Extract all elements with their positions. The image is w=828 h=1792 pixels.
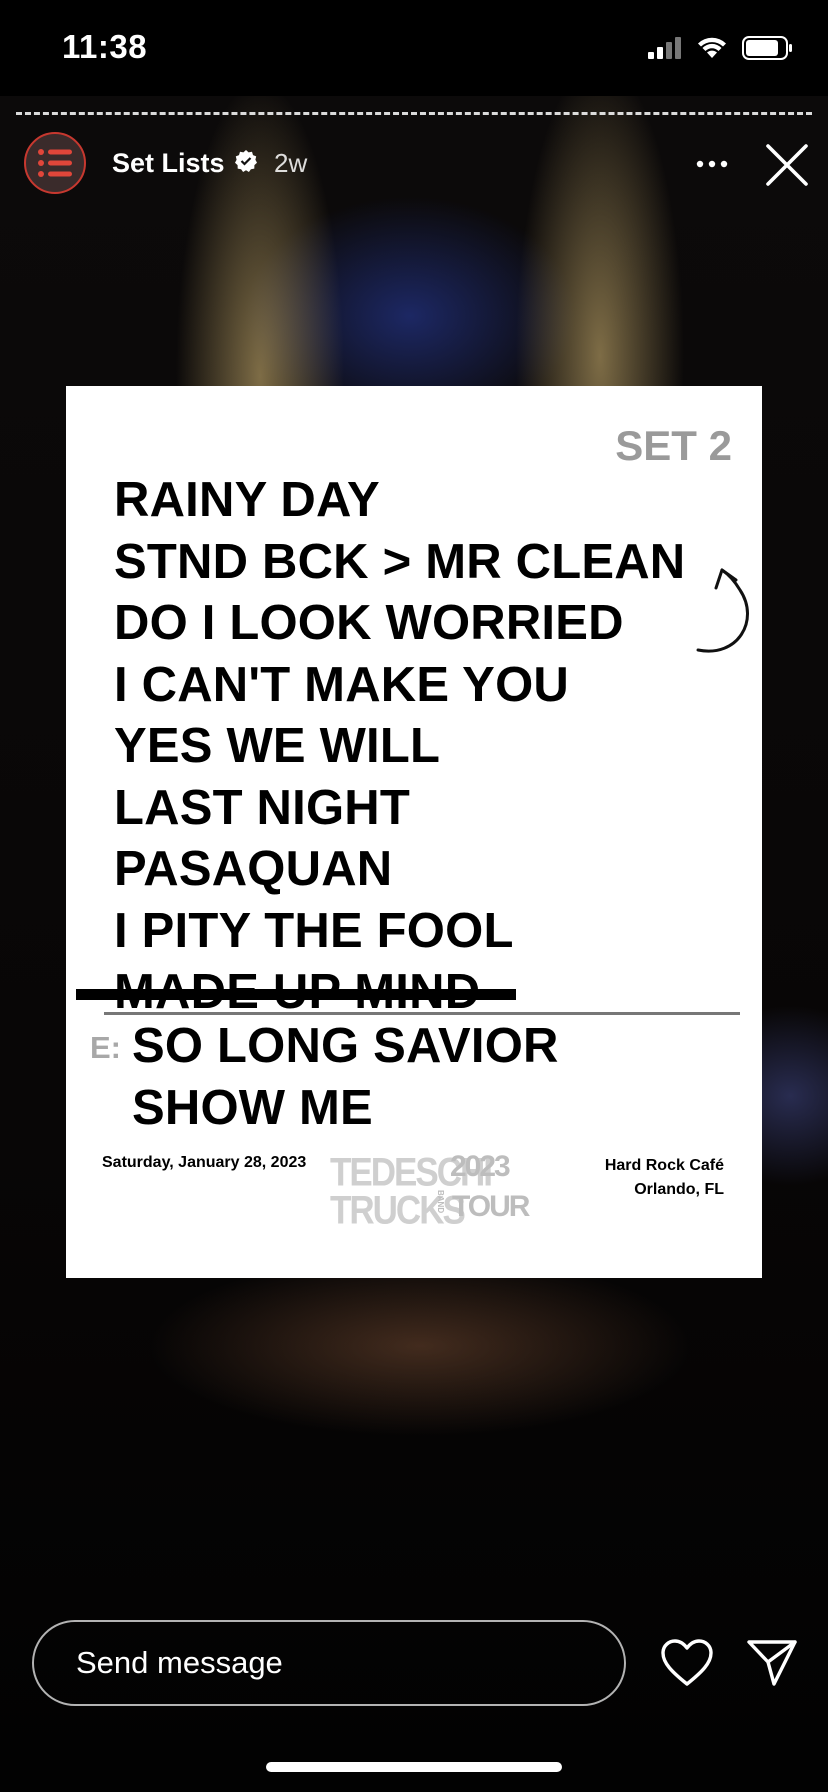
- status-icons: [648, 36, 794, 60]
- heart-icon[interactable]: [660, 1638, 714, 1688]
- story-viewer: 11:38 Set Lists 2w SET 2 RAINY DAY STND …: [0, 0, 828, 1792]
- song-item: PASAQUAN: [114, 842, 393, 896]
- wifi-icon: [698, 37, 726, 58]
- encore-song-item: SHOW ME: [132, 1080, 373, 1135]
- encore-divider: [104, 1012, 740, 1015]
- status-bar: 11:38: [0, 0, 828, 96]
- send-message-input[interactable]: Send message: [32, 1620, 626, 1706]
- logo-year: 2023: [450, 1150, 511, 1183]
- logo-tour: TOUR: [452, 1190, 530, 1223]
- venue: Hard Rock Café Orlando, FL: [605, 1154, 724, 1202]
- send-icon[interactable]: [746, 1638, 798, 1688]
- account-name[interactable]: Set Lists: [112, 148, 225, 179]
- close-icon[interactable]: [764, 142, 810, 188]
- song-item: I PITY THE FOOL: [114, 903, 514, 958]
- curved-arrow-icon: [696, 568, 749, 653]
- set-label: SET 2: [615, 422, 732, 469]
- song-item: RAINY DAY: [114, 473, 380, 527]
- setlist-image: SET 2 RAINY DAY STND BCK > MR CLEAN DO I…: [66, 386, 762, 1278]
- account-avatar[interactable]: [24, 132, 86, 194]
- status-time: 11:38: [62, 28, 148, 65]
- list-icon: [38, 149, 72, 177]
- song-list: RAINY DAY STND BCK > MR CLEAN DO I LOOK …: [76, 470, 686, 1024]
- verified-icon: [235, 150, 257, 172]
- signal-icon: [648, 37, 681, 59]
- strikethrough-mark: [76, 989, 516, 1000]
- venue-name: Hard Rock Café: [604, 1157, 724, 1174]
- song-item: DO I LOOK WORRIED: [114, 596, 624, 650]
- venue-city: Orlando, FL: [634, 1181, 724, 1198]
- song-item: I CAN'T MAKE YOU: [114, 657, 569, 712]
- send-message-placeholder: Send message: [76, 1645, 283, 1680]
- encore-song-item: SO LONG SAVIOR: [132, 1019, 559, 1073]
- encore-label: E:: [90, 1030, 121, 1065]
- logo-band: BAND: [436, 1190, 445, 1214]
- tour-logo: TEDESCHI TRUCKS 2023 TOUR BAND: [330, 1150, 530, 1234]
- song-item: YES WE WILL: [114, 719, 441, 773]
- song-item: LAST NIGHT: [114, 780, 410, 835]
- story-progress-bar: [16, 112, 812, 115]
- story-header: Set Lists 2w: [24, 132, 812, 198]
- show-date: Saturday, January 28, 2023: [102, 1154, 307, 1171]
- song-item: STND BCK > MR CLEAN: [114, 534, 686, 589]
- home-indicator[interactable]: [266, 1762, 562, 1772]
- post-time: 2w: [274, 148, 308, 178]
- encore-list: SO LONG SAVIOR SHOW ME: [132, 1016, 559, 1139]
- battery-icon: [742, 36, 792, 60]
- more-options-icon[interactable]: [690, 152, 734, 176]
